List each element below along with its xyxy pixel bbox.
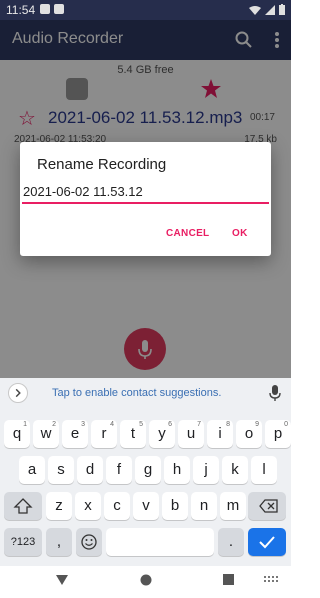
key-t[interactable]: t5 [120, 420, 146, 448]
key-hint-0: 0 [284, 421, 288, 428]
key-o[interactable]: o9 [236, 420, 262, 448]
key-hint-7: 7 [197, 421, 201, 428]
emoji-icon [81, 534, 97, 550]
voice-input-icon[interactable] [268, 384, 282, 402]
recents-icon[interactable] [223, 574, 234, 585]
key-hint-3: 3 [81, 421, 85, 428]
enter-key[interactable] [248, 528, 286, 556]
shift-icon [13, 498, 33, 514]
key-f[interactable]: f [106, 456, 132, 484]
sim-card-icon [54, 4, 64, 14]
key-h[interactable]: h [164, 456, 190, 484]
back-icon[interactable] [55, 574, 69, 586]
key-e[interactable]: e3 [62, 420, 88, 448]
symbols-key[interactable]: ?123 [4, 528, 42, 556]
keyboard-switch-icon[interactable] [264, 576, 278, 584]
key-p[interactable]: p0 [265, 420, 291, 448]
key-x[interactable]: x [75, 492, 101, 520]
key-s[interactable]: s [48, 456, 74, 484]
notification-icon [40, 4, 50, 14]
status-bar: 11:54 [0, 0, 291, 20]
key-w[interactable]: w2 [33, 420, 59, 448]
key-j[interactable]: j [193, 456, 219, 484]
chevron-right-icon[interactable] [8, 383, 28, 403]
key-hint-1: 1 [23, 421, 27, 428]
ok-button[interactable]: OK [232, 228, 248, 239]
home-icon[interactable] [140, 574, 152, 586]
key-hint-6: 6 [168, 421, 172, 428]
suggestion-strip: Tap to enable contact suggestions. [0, 378, 291, 408]
key-m[interactable]: m [220, 492, 246, 520]
key-l[interactable]: l [251, 456, 277, 484]
comma-key[interactable]: , [46, 528, 72, 556]
space-key[interactable] [106, 528, 214, 556]
key-u[interactable]: u7 [178, 420, 204, 448]
key-a[interactable]: a [19, 456, 45, 484]
wifi-icon [249, 5, 261, 15]
key-hint-9: 9 [255, 421, 259, 428]
key-q[interactable]: q1 [4, 420, 30, 448]
contact-suggestions-prompt[interactable]: Tap to enable contact suggestions. [52, 387, 221, 399]
battery-icon [279, 4, 285, 15]
key-b[interactable]: b [162, 492, 188, 520]
backspace-key[interactable] [248, 492, 286, 520]
backspace-icon [259, 499, 278, 513]
soft-keyboard: Tap to enable contact suggestions. q1w2e… [0, 378, 291, 566]
system-nav-bar [0, 566, 291, 598]
key-n[interactable]: n [191, 492, 217, 520]
key-hint-8: 8 [226, 421, 230, 428]
key-hint-4: 4 [110, 421, 114, 428]
key-z[interactable]: z [46, 492, 72, 520]
rename-input[interactable]: 2021-06-02 11.53.12 [22, 182, 269, 204]
shift-key[interactable] [4, 492, 42, 520]
key-g[interactable]: g [135, 456, 161, 484]
emoji-key[interactable] [76, 528, 102, 556]
cancel-button[interactable]: CANCEL [166, 228, 209, 239]
key-v[interactable]: v [133, 492, 159, 520]
rename-dialog: Rename Recording 2021-06-02 11.53.12 CAN… [20, 142, 271, 256]
period-key[interactable]: . [218, 528, 244, 556]
checkmark-icon [259, 536, 275, 549]
key-hint-2: 2 [52, 421, 56, 428]
status-time: 11:54 [6, 3, 36, 17]
key-d[interactable]: d [77, 456, 103, 484]
key-i[interactable]: i8 [207, 420, 233, 448]
key-k[interactable]: k [222, 456, 248, 484]
key-c[interactable]: c [104, 492, 130, 520]
signal-icon [265, 4, 275, 15]
dialog-title: Rename Recording [37, 156, 167, 173]
key-r[interactable]: r4 [91, 420, 117, 448]
key-y[interactable]: y6 [149, 420, 175, 448]
key-hint-5: 5 [139, 421, 143, 428]
